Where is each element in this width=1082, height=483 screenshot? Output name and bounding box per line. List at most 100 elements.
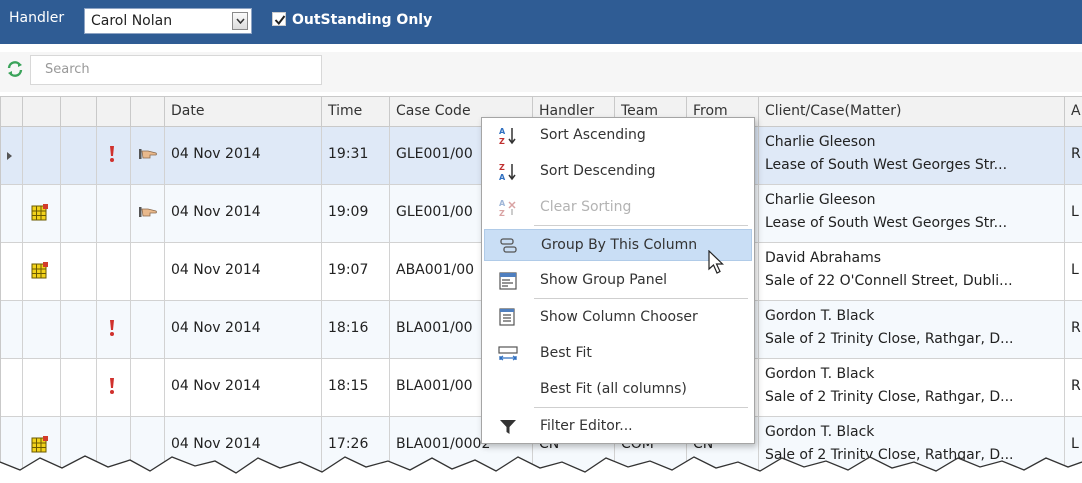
header-extra[interactable]: A	[1065, 97, 1082, 127]
cell-client[interactable]: Gordon T. Black Sale of 2 Trinity Close, …	[759, 359, 1065, 416]
header-date-label: Date	[171, 103, 205, 119]
cell-text: 04 Nov 2014	[171, 146, 261, 162]
important-flag-icon	[110, 146, 114, 162]
cell-time[interactable]: 19:09	[322, 185, 390, 242]
cell-time[interactable]: 18:16	[322, 301, 390, 358]
handler-select-value: Carol Nolan	[91, 13, 173, 29]
search-bar: Search	[0, 52, 1082, 92]
cell-text: 04 Nov 2014	[171, 320, 261, 336]
cell-flag[interactable]	[97, 185, 131, 242]
cell-extra[interactable]: L	[1065, 185, 1082, 242]
cell-text: L	[1071, 262, 1079, 278]
matter-description: Sale of 22 O'Connell Street, Dubli...	[765, 273, 1013, 289]
cell-date[interactable]: 04 Nov 2014	[165, 359, 322, 416]
handler-select[interactable]: Carol Nolan	[84, 8, 252, 34]
matter-description: Lease of South West Georges Str...	[765, 157, 1008, 173]
menu-item-sort-ascending[interactable]: A Z Sort Ascending	[484, 120, 752, 152]
matter-description: Sale of 2 Trinity Close, Rathgar, D...	[765, 331, 1014, 347]
header-icon-col-4[interactable]	[131, 97, 165, 127]
column-context-menu: A Z Sort Ascending Z A Sort Descending A…	[481, 117, 755, 444]
cell-ind[interactable]	[1, 127, 23, 184]
cell-ind[interactable]	[1, 243, 23, 300]
cell-time[interactable]: 18:15	[322, 359, 390, 416]
cell-ind[interactable]	[1, 301, 23, 358]
cell-extra[interactable]: L	[1065, 243, 1082, 300]
menu-item-show-column-chooser[interactable]: Show Column Chooser	[484, 302, 752, 334]
cell-i2[interactable]	[61, 359, 97, 416]
best-fit-icon	[498, 346, 518, 361]
cell-hand[interactable]	[131, 243, 165, 300]
refresh-icon[interactable]	[6, 60, 24, 78]
important-flag-icon	[110, 378, 114, 394]
cell-text: 04 Nov 2014	[171, 204, 261, 220]
header-client-case-label: Client/Case(Matter)	[765, 103, 902, 119]
cell-client[interactable]: David Abrahams Sale of 22 O'Connell Stree…	[759, 243, 1065, 300]
cell-text: GLE001/00	[396, 146, 473, 162]
cell-grid[interactable]	[23, 359, 61, 416]
cell-client[interactable]: Gordon T. Black Sale of 2 Trinity Close, …	[759, 301, 1065, 358]
chevron-down-icon[interactable]	[232, 12, 248, 30]
cell-text: 04 Nov 2014	[171, 378, 261, 394]
menu-item-label: Sort Descending	[540, 163, 656, 179]
header-time[interactable]: Time	[322, 97, 390, 127]
calendar-grid-icon	[31, 204, 48, 221]
cell-hand[interactable]	[131, 185, 165, 242]
cell-text: BLA001/00	[396, 378, 473, 394]
cell-text: R	[1071, 146, 1081, 162]
cell-time[interactable]: 19:07	[322, 243, 390, 300]
cell-ind[interactable]	[1, 185, 23, 242]
search-input[interactable]: Search	[30, 55, 322, 85]
menu-item-clear-sorting[interactable]: A Z Clear Sorting	[484, 192, 752, 224]
menu-item-best-fit[interactable]: Best Fit	[484, 338, 752, 370]
cell-text: BLA001/00	[396, 320, 473, 336]
cell-hand[interactable]	[131, 359, 165, 416]
cell-hand[interactable]	[131, 127, 165, 184]
cell-extra[interactable]: R	[1065, 301, 1082, 358]
cell-i2[interactable]	[61, 185, 97, 242]
cell-date[interactable]: 04 Nov 2014	[165, 127, 322, 184]
cell-i2[interactable]	[61, 243, 97, 300]
header-icon-col-3[interactable]	[97, 97, 131, 127]
cell-time[interactable]: 19:31	[322, 127, 390, 184]
cell-grid[interactable]	[23, 127, 61, 184]
cell-grid[interactable]	[23, 185, 61, 242]
menu-item-best-fit-all-columns[interactable]: Best Fit (all columns)	[484, 374, 752, 406]
menu-item-label: Best Fit	[540, 345, 592, 361]
cell-i2[interactable]	[61, 301, 97, 358]
cell-grid[interactable]	[23, 301, 61, 358]
menu-item-sort-descending[interactable]: Z A Sort Descending	[484, 156, 752, 188]
header-date[interactable]: Date	[165, 97, 322, 127]
svg-text:A: A	[499, 173, 506, 182]
cell-flag[interactable]	[97, 301, 131, 358]
cell-date[interactable]: 04 Nov 2014	[165, 301, 322, 358]
header-client-case[interactable]: Client/Case(Matter)	[759, 97, 1065, 127]
cell-flag[interactable]	[97, 127, 131, 184]
menu-item-filter-editor[interactable]: Filter Editor...	[484, 411, 752, 443]
header-icon-col-1[interactable]	[23, 97, 61, 127]
cell-hand[interactable]	[131, 301, 165, 358]
header-icon-col-2[interactable]	[61, 97, 97, 127]
cell-extra[interactable]: R	[1065, 127, 1082, 184]
cell-date[interactable]: 04 Nov 2014	[165, 243, 322, 300]
header-indicator[interactable]	[1, 97, 23, 127]
cell-flag[interactable]	[97, 359, 131, 416]
menu-item-label: Show Group Panel	[540, 272, 668, 288]
group-panel-icon	[499, 272, 517, 290]
outstanding-checkbox[interactable]	[272, 12, 286, 26]
cell-text: GLE001/00	[396, 204, 473, 220]
cell-ind[interactable]	[1, 359, 23, 416]
clear-sorting-icon: A Z	[499, 199, 516, 218]
menu-item-label: Sort Ascending	[540, 127, 646, 143]
important-flag-icon	[110, 320, 114, 336]
cell-extra[interactable]: R	[1065, 359, 1082, 416]
cell-client[interactable]: Charlie Gleeson Lease of South West Georg…	[759, 185, 1065, 242]
cell-i2[interactable]	[61, 127, 97, 184]
cell-client[interactable]: Charlie Gleeson Lease of South West Georg…	[759, 127, 1065, 184]
cell-date[interactable]: 04 Nov 2014	[165, 185, 322, 242]
menu-item-label: Group By This Column	[541, 237, 698, 253]
cell-grid[interactable]	[23, 243, 61, 300]
group-by-icon	[500, 238, 517, 253]
mouse-pointer-icon	[708, 250, 724, 274]
outstanding-label[interactable]: OutStanding Only	[292, 12, 432, 28]
cell-flag[interactable]	[97, 243, 131, 300]
